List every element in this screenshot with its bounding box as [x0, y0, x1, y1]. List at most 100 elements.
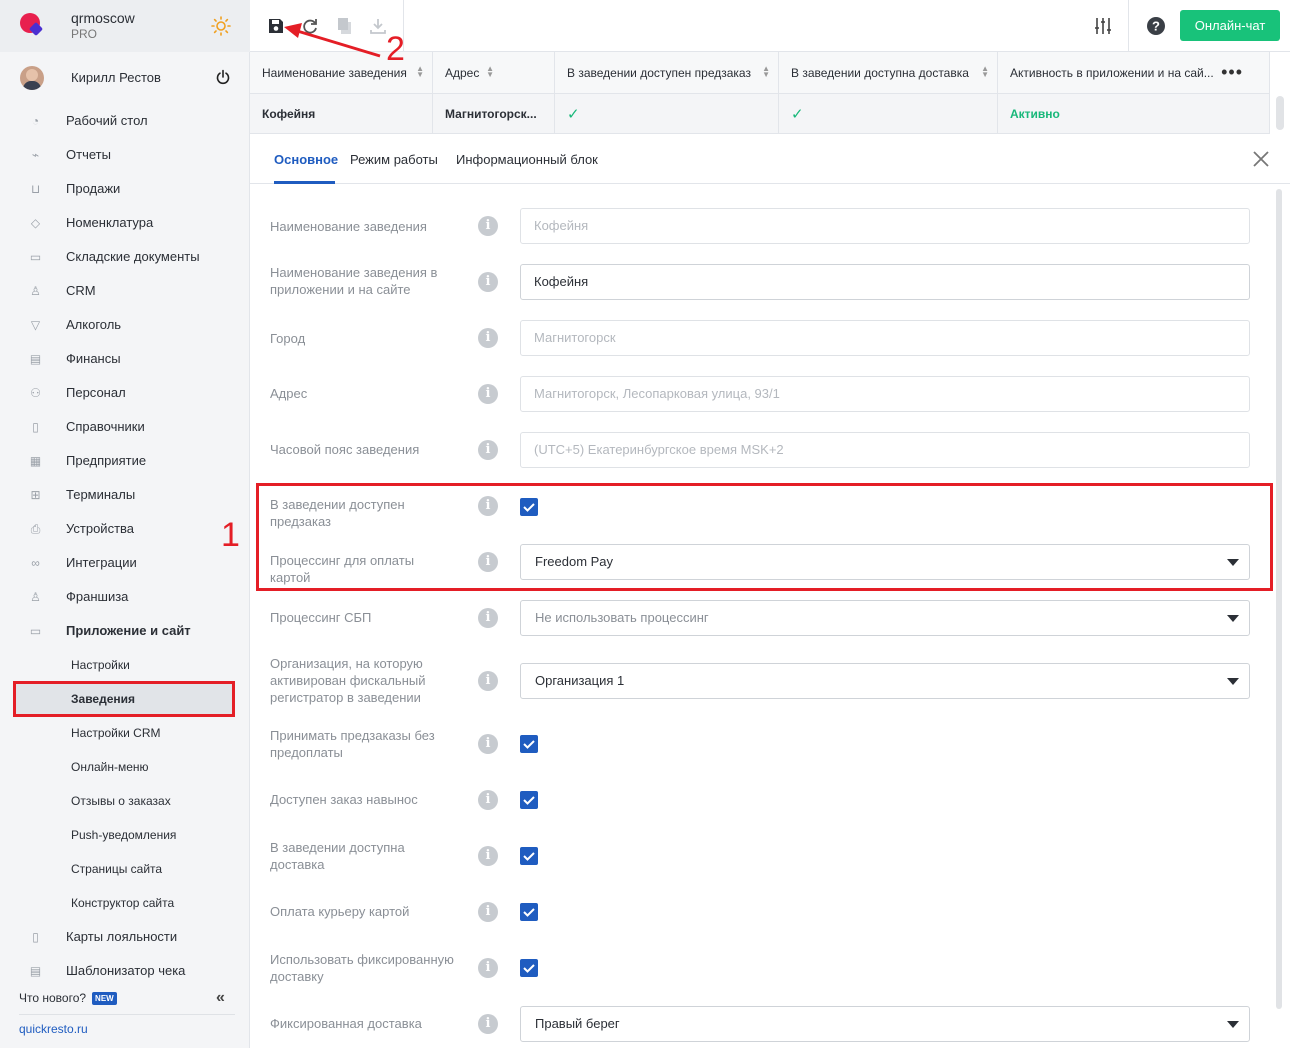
sidebar-item-warehouse-docs[interactable]: ▭ Складские документы: [0, 240, 250, 274]
sort-icon[interactable]: ▲ ▼: [981, 65, 989, 79]
columns-settings-icon[interactable]: [1093, 16, 1113, 36]
sidebar-item-label: Отчеты: [66, 147, 111, 162]
fixed-delivery-select[interactable]: Правый берег: [520, 1006, 1250, 1042]
sidebar-subitem-push[interactable]: Push-уведомления: [0, 818, 250, 852]
sidebar-item-finance[interactable]: ▤ Финансы: [0, 342, 250, 376]
sidebar-item-alcohol[interactable]: ▽ Алкоголь: [0, 308, 250, 342]
user-name: Кирилл Рестов: [71, 70, 161, 85]
sort-icon[interactable]: ▲ ▼: [762, 65, 770, 79]
sidebar-subitem-label: Настройки: [71, 658, 130, 672]
panel-scrollbar[interactable]: [1276, 189, 1282, 1009]
sort-icon[interactable]: ▲ ▼: [416, 65, 424, 79]
user-block[interactable]: Кирилл Рестов: [0, 52, 250, 104]
sidebar-item-integrations[interactable]: ∞ Интеграции: [0, 546, 250, 580]
basket-icon: ⊔: [30, 182, 41, 196]
info-icon[interactable]: i: [478, 328, 498, 348]
field-label: Принимать предзаказы без предоплаты: [270, 728, 435, 760]
sidebar-item-devices[interactable]: ⎙ Устройства: [0, 512, 250, 546]
sidebar-subitem-label: Онлайн-меню: [71, 760, 149, 774]
info-icon[interactable]: i: [478, 440, 498, 460]
info-icon[interactable]: i: [478, 958, 498, 978]
table-scrollbar[interactable]: [1276, 96, 1284, 130]
tab-info-block[interactable]: Информационный блок: [456, 152, 598, 167]
column-header-delivery[interactable]: В заведении доступна доставка ▲ ▼: [779, 52, 998, 93]
sidebar-item-app-site[interactable]: ▭ Приложение и сайт: [0, 614, 250, 648]
courier-card-checkbox[interactable]: [520, 903, 538, 921]
more-options-icon[interactable]: •••: [1221, 62, 1243, 83]
sidebar-item-references[interactable]: ▯ Справочники: [0, 410, 250, 444]
tab-main[interactable]: Основное: [274, 152, 338, 167]
sort-icon[interactable]: ▲ ▼: [486, 65, 494, 79]
column-header-preorder[interactable]: В заведении доступен предзаказ ▲ ▼: [555, 52, 779, 93]
info-icon[interactable]: i: [478, 734, 498, 754]
field-label: Часовой пояс заведения: [270, 442, 420, 457]
sidebar-item-label: Персонал: [66, 385, 126, 400]
site-link[interactable]: quickresto.ru: [19, 1022, 88, 1036]
online-chat-button[interactable]: Онлайн-чат: [1180, 10, 1280, 41]
sidebar-item-sales[interactable]: ⊔ Продажи: [0, 172, 250, 206]
theme-sun-icon[interactable]: [211, 16, 231, 36]
brand-block[interactable]: qrmoscow PRO: [0, 0, 250, 52]
info-icon[interactable]: i: [478, 272, 498, 292]
sidebar-subitem-settings[interactable]: Настройки: [0, 648, 250, 682]
cell-preorder: ✓: [555, 94, 779, 133]
whats-new-label: Что нового?: [19, 991, 87, 1005]
help-icon[interactable]: ?: [1146, 16, 1166, 36]
sidebar-item-loyalty-cards[interactable]: ▯ Карты лояльности: [0, 920, 250, 954]
fixed-delivery-checkbox[interactable]: [520, 959, 538, 977]
info-icon[interactable]: i: [478, 790, 498, 810]
sidebar-item-terminals[interactable]: ⊞ Терминалы: [0, 478, 250, 512]
sbp-processing-select[interactable]: Не использовать процессинг: [520, 600, 1250, 636]
close-icon[interactable]: [1251, 149, 1271, 169]
column-header-address[interactable]: Адрес ▲ ▼: [433, 52, 555, 93]
city-field[interactable]: Магнитогорск: [520, 320, 1250, 356]
sidebar-item-label: Франшиза: [66, 589, 129, 604]
field-label: Адрес: [270, 386, 308, 401]
sidebar-subitem-reviews[interactable]: Отзывы о заказах: [0, 784, 250, 818]
info-icon[interactable]: i: [478, 216, 498, 236]
timezone-field[interactable]: (UTC+5) Екатеринбургское время MSK+2: [520, 432, 1250, 468]
sidebar-item-enterprise[interactable]: ▦ Предприятие: [0, 444, 250, 478]
collapse-sidebar-icon[interactable]: «: [216, 989, 225, 1007]
sidebar-subitem-site-builder[interactable]: Конструктор сайта: [0, 886, 250, 920]
delivery-checkbox[interactable]: [520, 847, 538, 865]
app-root: qrmoscow PRO Кирилл Рестов ◔ Рабочий сто…: [0, 0, 1290, 1048]
takeaway-checkbox[interactable]: [520, 791, 538, 809]
info-icon[interactable]: i: [478, 608, 498, 628]
sidebar-item-nomenclature[interactable]: ◇ Номенклатура: [0, 206, 250, 240]
table-row[interactable]: Кофейня Магнитогорск... ✓ ✓ Активно: [250, 94, 1270, 134]
sidebar-divider: [19, 1014, 235, 1015]
tab-work-hours[interactable]: Режим работы: [350, 152, 438, 167]
organization-select[interactable]: Организация 1: [520, 663, 1250, 699]
toolbar-divider: [1128, 0, 1129, 52]
info-icon[interactable]: i: [478, 902, 498, 922]
venue-name-field[interactable]: Кофейня: [520, 208, 1250, 244]
sidebar-item-crm[interactable]: ♙ CRM: [0, 274, 250, 308]
book-icon: ▯: [32, 420, 39, 434]
sidebar-subitem-site-pages[interactable]: Страницы сайта: [0, 852, 250, 886]
app-name-field[interactable]: Кофейня: [520, 264, 1250, 300]
info-icon[interactable]: i: [478, 671, 498, 691]
svg-text:?: ?: [1152, 19, 1160, 34]
sidebar-subitem-crm-settings[interactable]: Настройки CRM: [0, 716, 250, 750]
sidebar-item-reports[interactable]: ⌁ Отчеты: [0, 138, 250, 172]
logout-power-icon[interactable]: [215, 69, 231, 85]
column-header-activity[interactable]: Активность в приложении и на сай... •••: [998, 52, 1270, 93]
sidebar-item-staff[interactable]: ⚇ Персонал: [0, 376, 250, 410]
sidebar-item-label: Финансы: [66, 351, 121, 366]
new-badge: NEW: [92, 992, 117, 1006]
receipt-icon: ▤: [29, 964, 42, 978]
sidebar-item-receipt-templates[interactable]: ▤ Шаблонизатор чека: [0, 954, 250, 988]
whats-new-link[interactable]: Что нового? NEW: [19, 991, 117, 1006]
address-field[interactable]: Магнитогорск, Лесопарковая улица, 93/1: [520, 376, 1250, 412]
sidebar-item-dashboard[interactable]: ◔ Рабочий стол: [0, 104, 250, 138]
info-icon[interactable]: i: [478, 1014, 498, 1034]
sidebar-item-label: Алкоголь: [66, 317, 122, 332]
info-icon[interactable]: i: [478, 384, 498, 404]
no-prepayment-checkbox[interactable]: [520, 735, 538, 753]
sidebar-item-franchise[interactable]: ♙ Франшиза: [0, 580, 250, 614]
column-header-label: В заведении доступен предзаказ: [567, 65, 751, 80]
sidebar-subitem-online-menu[interactable]: Онлайн-меню: [0, 750, 250, 784]
info-icon[interactable]: i: [478, 846, 498, 866]
glass-icon: ▽: [30, 318, 41, 332]
